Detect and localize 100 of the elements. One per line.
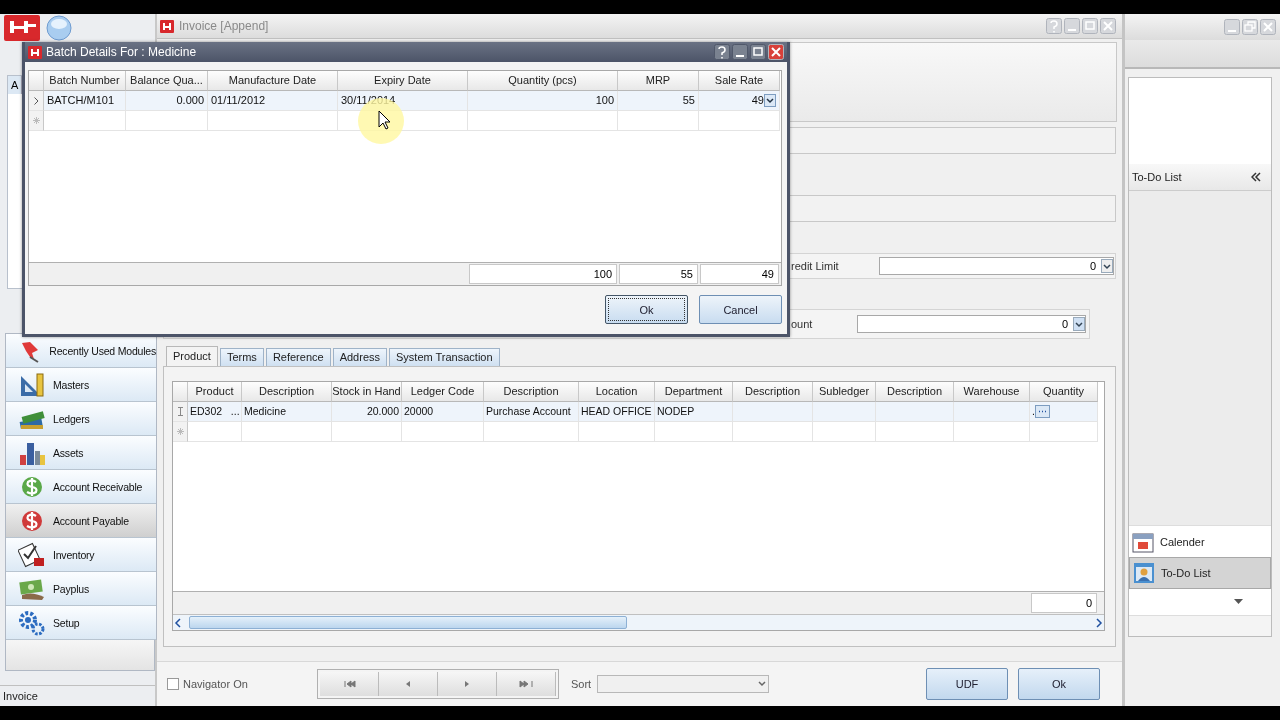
total-field: 55 xyxy=(619,264,698,284)
column-header[interactable]: Subledger xyxy=(813,382,876,402)
dollar-icon xyxy=(21,474,43,499)
clipboard-icon xyxy=(18,541,46,568)
orb-button-icon[interactable] xyxy=(46,15,72,41)
dropdown-field[interactable]: 0 xyxy=(857,315,1086,333)
column-header[interactable]: Sale Rate xyxy=(699,71,780,91)
close-icon[interactable] xyxy=(1100,18,1116,34)
table-cell: 20.000 xyxy=(332,402,402,422)
sidebar-item[interactable]: Assets xyxy=(6,436,156,470)
column-header[interactable]: Description xyxy=(242,382,332,402)
column-header[interactable]: Product xyxy=(188,382,242,402)
column-header[interactable]: Description xyxy=(876,382,954,402)
sort-dropdown[interactable] xyxy=(597,675,770,693)
logo-icon xyxy=(160,19,174,33)
panel-item[interactable]: To-Do List xyxy=(1129,557,1271,589)
checkbox-label: Navigator On xyxy=(183,678,248,690)
tab[interactable]: Product xyxy=(166,346,218,366)
current-row-icon xyxy=(33,96,39,105)
panel-title: To-Do List xyxy=(1132,171,1182,183)
column-header[interactable]: Location xyxy=(579,382,655,402)
column-header[interactable]: Warehouse xyxy=(954,382,1030,402)
navigation-button[interactable] xyxy=(379,672,438,696)
checkbox[interactable] xyxy=(167,678,179,690)
tab[interactable]: Terms xyxy=(219,348,264,366)
ellipsis-icon[interactable] xyxy=(1034,405,1050,418)
grid-corner xyxy=(173,382,188,402)
row-header[interactable] xyxy=(29,111,44,131)
sidebar-item[interactable]: Payplus xyxy=(6,572,156,606)
tab[interactable]: Address xyxy=(332,348,387,366)
table-cell: 01/11/2012 xyxy=(208,91,338,111)
logo-icon xyxy=(28,45,42,59)
dialog-button[interactable]: Ok xyxy=(1018,668,1100,700)
table-cell: ED302 ... xyxy=(188,402,242,422)
restore-icon[interactable] xyxy=(1242,19,1258,35)
field-label: redit Limit xyxy=(790,260,840,272)
ruler-triangle-icon xyxy=(19,371,45,398)
panel-tab[interactable]: A xyxy=(8,76,23,94)
dialog-button[interactable]: Cancel xyxy=(699,295,782,324)
column-header[interactable]: Manufacture Date xyxy=(208,71,338,91)
column-header[interactable]: Quantity xyxy=(1030,382,1098,402)
maximize-icon[interactable] xyxy=(750,44,766,60)
column-header[interactable]: Quantity (pcs) xyxy=(468,71,618,91)
table-cell xyxy=(1030,422,1098,442)
table-row[interactable]: BATCH/M101 0.000 01/11/2012 30/11/2014 100 55 49 xyxy=(29,91,781,111)
sidebar-item[interactable]: Ledgers xyxy=(6,402,156,436)
row-header[interactable] xyxy=(173,402,188,422)
tab[interactable]: System Transaction xyxy=(389,348,500,366)
column-header[interactable]: Department xyxy=(655,382,733,402)
last-record-icon xyxy=(519,678,533,690)
column-header[interactable]: Ledger Code xyxy=(402,382,484,402)
table-cell: HEAD OFFICE xyxy=(579,402,655,422)
dropdown-arrow-icon[interactable] xyxy=(1234,599,1243,605)
field-label: ount xyxy=(790,318,814,330)
total-field: 100 xyxy=(469,264,617,284)
gear-icon xyxy=(18,609,46,636)
table-cell: 100 xyxy=(468,91,618,111)
calendar-icon xyxy=(1132,530,1154,553)
column-header[interactable]: Balance Qua... xyxy=(126,71,208,91)
sidebar-item[interactable]: Account Payable xyxy=(6,504,156,538)
table-cell: 20000 xyxy=(402,402,484,422)
person-list-icon xyxy=(1133,562,1155,584)
help-icon[interactable] xyxy=(714,44,730,60)
dropdown-field[interactable]: 0 xyxy=(879,257,1114,275)
dollar-icon xyxy=(21,508,43,533)
close-icon[interactable] xyxy=(1260,19,1276,35)
close-icon[interactable] xyxy=(768,44,784,60)
dialog-title: Batch Details For : Medicine xyxy=(46,45,198,59)
column-header[interactable]: Expiry Date xyxy=(338,71,468,91)
collapse-icon[interactable] xyxy=(1251,172,1261,182)
horizontal-scrollbar[interactable] xyxy=(173,614,1104,630)
table-cell xyxy=(332,422,402,442)
status-text: Invoice xyxy=(0,685,155,706)
scroll-right-icon[interactable] xyxy=(1094,616,1104,629)
table-row[interactable]: ED302 ... Medicine 20.000 20000 Purchase Account HEAD OFFICE NODEP . xyxy=(173,402,1104,422)
sidebar-item[interactable]: Masters xyxy=(6,368,156,402)
navigation-button[interactable] xyxy=(320,672,379,696)
minimize-icon[interactable] xyxy=(732,44,748,60)
navigation-button[interactable] xyxy=(497,672,556,696)
dialog-button[interactable]: UDF xyxy=(926,668,1008,700)
sidebar-item[interactable]: Account Receivable xyxy=(6,470,156,504)
dialog-button[interactable]: Ok xyxy=(605,295,688,324)
row-header[interactable] xyxy=(29,91,44,111)
column-header[interactable]: MRP xyxy=(618,71,699,91)
table-cell: NODEP xyxy=(655,402,733,422)
tab[interactable]: Reference xyxy=(265,348,331,366)
column-header[interactable]: Description xyxy=(733,382,813,402)
sidebar-item[interactable]: Setup xyxy=(6,606,156,640)
column-header[interactable]: Batch Number xyxy=(44,71,126,91)
new-row-icon xyxy=(32,117,40,124)
table-cell: 0.000 xyxy=(126,91,208,111)
scroll-thumb[interactable] xyxy=(189,616,627,629)
first-record-icon xyxy=(342,678,356,690)
sidebar-item[interactable]: Inventory xyxy=(6,538,156,572)
navigation-button[interactable] xyxy=(438,672,497,696)
text-cursor-icon xyxy=(177,407,183,416)
column-header[interactable]: Description xyxy=(484,382,579,402)
row-header[interactable] xyxy=(173,422,188,442)
column-header[interactable]: Stock in Hand xyxy=(332,382,402,402)
scroll-left-icon[interactable] xyxy=(173,616,183,629)
